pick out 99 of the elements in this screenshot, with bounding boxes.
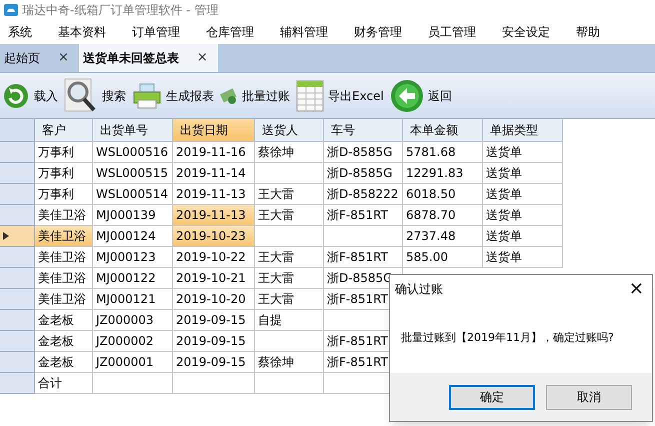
close-button[interactable]: × bbox=[628, 280, 644, 298]
table-cell: 2019-10-23 bbox=[173, 226, 255, 247]
menu-item[interactable]: 员工管理 bbox=[428, 23, 476, 41]
table-cell: 万事利 bbox=[35, 142, 93, 163]
column-header[interactable]: 出货日期 bbox=[173, 119, 255, 142]
table-cell: 王大雷 bbox=[255, 289, 324, 310]
dialog-button[interactable]: 确定 bbox=[449, 384, 535, 410]
dialog-message: 批量过账到【2019年11月】，确定过账吗? bbox=[401, 330, 614, 346]
table-cell: 585.00 bbox=[403, 247, 483, 268]
table-cell: MJ000123 bbox=[93, 247, 173, 268]
table-cell: 浙F-851RT bbox=[324, 247, 403, 268]
column-header[interactable]: 单据类型 bbox=[483, 119, 563, 142]
money-icon bbox=[220, 86, 238, 104]
table-cell: 王大雷 bbox=[255, 268, 324, 289]
reload-icon bbox=[2, 82, 30, 110]
printer-icon bbox=[132, 82, 162, 108]
table-cell: 2019-11-13 bbox=[173, 205, 255, 226]
column-header[interactable]: 送货人 bbox=[255, 119, 324, 142]
menu-item[interactable]: 订单管理 bbox=[132, 23, 180, 41]
table-cell: 2019-10-21 bbox=[173, 268, 255, 289]
table-cell: MJ000122 bbox=[93, 268, 173, 289]
table-cell: WSL000515 bbox=[93, 163, 173, 184]
magnifier-icon bbox=[64, 78, 98, 114]
toolbar-button[interactable]: 返回 bbox=[390, 78, 452, 112]
toolbar-button[interactable]: 搜索 bbox=[64, 78, 126, 114]
menu-item[interactable]: 仓库管理 bbox=[206, 23, 254, 41]
table-cell: 蔡徐坤 bbox=[255, 142, 324, 163]
toolbar-button[interactable]: 生成报表 bbox=[132, 82, 214, 108]
app-icon bbox=[4, 4, 18, 16]
table-cell: 送货单 bbox=[483, 247, 563, 268]
menu-item[interactable]: 系统 bbox=[8, 23, 32, 41]
table-cell: 美佳卫浴 bbox=[35, 289, 93, 310]
table-cell: 6878.70 bbox=[403, 205, 483, 226]
table-cell: WSL000516 bbox=[93, 142, 173, 163]
table-cell: 美佳卫浴 bbox=[35, 226, 93, 247]
table-cell: JZ000003 bbox=[93, 310, 173, 331]
table-cell: 蔡徐坤 bbox=[255, 352, 324, 373]
column-header[interactable]: 出货单号 bbox=[93, 119, 173, 142]
menu-item[interactable]: 基本资料 bbox=[58, 23, 106, 41]
table-cell: JZ000001 bbox=[93, 352, 173, 373]
table-cell: 美佳卫浴 bbox=[35, 205, 93, 226]
document-tab[interactable]: 送货单未回签总表 × bbox=[78, 44, 218, 72]
table-cell: 送货单 bbox=[483, 142, 563, 163]
toolbar-button[interactable]: 批量过账 bbox=[220, 86, 290, 104]
table-cell: 2019-09-15 bbox=[173, 331, 255, 352]
window-title: 瑞达中奇-纸箱厂订单管理软件 - 管理 bbox=[22, 2, 218, 19]
table-cell: 2019-09-15 bbox=[173, 310, 255, 331]
table-cell: JZ000002 bbox=[93, 331, 173, 352]
dialog-button[interactable]: 取消 bbox=[546, 384, 632, 410]
menu-item[interactable]: 辅料管理 bbox=[280, 23, 328, 41]
table-cell: MJ000139 bbox=[93, 205, 173, 226]
menu-item[interactable]: 安全设定 bbox=[502, 23, 550, 41]
table-cell: 自提 bbox=[255, 310, 324, 331]
table-cell: 万事利 bbox=[35, 163, 93, 184]
table-cell: 2019-10-22 bbox=[173, 247, 255, 268]
table-cell: 6018.50 bbox=[403, 184, 483, 205]
table-cell: 2737.48 bbox=[403, 226, 483, 247]
table-cell: 2019-09-15 bbox=[173, 352, 255, 373]
table-cell: 送货单 bbox=[483, 226, 563, 247]
table-cell: 送货单 bbox=[483, 184, 563, 205]
current-row-icon bbox=[3, 232, 9, 240]
menu-item[interactable]: 帮助 bbox=[576, 23, 600, 41]
tab-label: 起始页 bbox=[4, 50, 40, 67]
table-cell: MJ000124 bbox=[93, 226, 173, 247]
table-cell: 5781.68 bbox=[403, 142, 483, 163]
table-cell: 王大雷 bbox=[255, 247, 324, 268]
column-header[interactable]: 本单金额 bbox=[403, 119, 483, 142]
table-cell: 送货单 bbox=[483, 163, 563, 184]
table-cell: 2019-11-14 bbox=[173, 163, 255, 184]
table-cell: 王大雷 bbox=[255, 205, 324, 226]
table-cell: 12291.83 bbox=[403, 163, 483, 184]
table-cell: 美佳卫浴 bbox=[35, 247, 93, 268]
table-cell: 浙D-858222 bbox=[324, 184, 403, 205]
table-cell: 送货单 bbox=[483, 205, 563, 226]
table-cell: 合计 bbox=[35, 373, 93, 394]
row-header[interactable] bbox=[0, 226, 35, 247]
toolbar-button[interactable]: 导出Excel bbox=[296, 80, 384, 112]
table-cell: 2019-11-13 bbox=[173, 184, 255, 205]
table-cell: 美佳卫浴 bbox=[35, 268, 93, 289]
table-cell: 浙D-8585G bbox=[324, 142, 403, 163]
table-cell: 浙D-8585G bbox=[324, 163, 403, 184]
menu-item[interactable]: 财务管理 bbox=[354, 23, 402, 41]
table-cell: 2019-10-20 bbox=[173, 289, 255, 310]
close-tab-button[interactable]: × bbox=[58, 48, 69, 68]
table-cell: 金老板 bbox=[35, 331, 93, 352]
table-cell: 王大雷 bbox=[255, 184, 324, 205]
table-cell: 金老板 bbox=[35, 310, 93, 331]
table-cell: WSL000514 bbox=[93, 184, 173, 205]
column-header[interactable]: 车号 bbox=[324, 119, 403, 142]
tab-label: 送货单未回签总表 bbox=[82, 50, 179, 67]
table-cell: 浙F-851RT bbox=[324, 205, 403, 226]
close-tab-button[interactable]: × bbox=[196, 48, 208, 68]
table-cell: 万事利 bbox=[35, 184, 93, 205]
toolbar-button[interactable]: 载入 bbox=[2, 82, 58, 110]
table-cell: 2019-11-16 bbox=[173, 142, 255, 163]
spreadsheet-icon bbox=[296, 80, 324, 112]
column-header[interactable]: 客户 bbox=[35, 119, 93, 142]
table-cell: 金老板 bbox=[35, 352, 93, 373]
table-cell: MJ000121 bbox=[93, 289, 173, 310]
